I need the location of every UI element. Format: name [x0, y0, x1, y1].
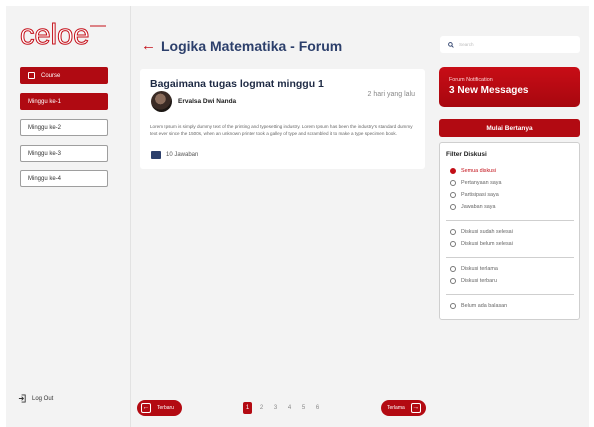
filter-option-label: Pertanyaan saya	[461, 180, 502, 186]
logout-button[interactable]: Log Out	[18, 394, 53, 403]
radio-icon	[450, 266, 456, 272]
sidebar-item-label: Minggu ke-4	[28, 175, 62, 182]
filter-option-all[interactable]: Semua diskusi	[450, 168, 496, 174]
filter-option-resolved[interactable]: Diskusi sudah selesai	[450, 229, 513, 235]
pagination: 1 2 3 4 5 6	[243, 402, 322, 414]
celoe-logo: celoe	[20, 19, 106, 50]
filter-option-label: Semua diskusi	[461, 168, 497, 174]
page-3[interactable]: 3	[271, 402, 280, 414]
sidebar-item-week-3[interactable]: Minggu ke-3	[20, 145, 108, 162]
sidebar-item-label: Minggu ke-3	[28, 150, 62, 157]
filter-option-my-questions[interactable]: Pertanyaan saya	[450, 180, 501, 186]
oldest-label: Terlama	[387, 405, 405, 411]
radio-icon	[450, 192, 456, 198]
radio-icon	[450, 180, 456, 186]
replies-count[interactable]: 10 Jawaban	[151, 151, 198, 159]
filter-option-label: Partisipasi saya	[461, 192, 499, 198]
oldest-page-button[interactable]: Terlama →	[381, 400, 426, 416]
filter-option-my-participation[interactable]: Partisipasi saya	[450, 192, 499, 198]
filter-option-label: Diskusi terlama	[461, 266, 498, 272]
filter-option-oldest[interactable]: Diskusi terlama	[450, 266, 498, 272]
divider	[446, 257, 574, 258]
arrow-left-icon: ←	[141, 403, 151, 413]
post-time: 2 hari yang lalu	[367, 91, 415, 98]
search-placeholder: Search	[459, 42, 474, 47]
sidebar-item-week-4[interactable]: Minggu ke-4	[20, 170, 108, 187]
filter-option-label: Jawaban saya	[461, 204, 496, 210]
filter-option-my-answers[interactable]: Jawaban saya	[450, 204, 495, 210]
filter-title: Filter Diskusi	[446, 151, 487, 158]
sidebar-item-label: Minggu ke-2	[28, 124, 62, 131]
logout-icon	[18, 394, 26, 403]
filter-panel: Filter Diskusi Semua diskusi Pertanyaan …	[439, 142, 580, 320]
search-input[interactable]: Search	[440, 36, 580, 53]
page-title-text: Logika Matematika - Forum	[161, 37, 343, 54]
sidebar-item-label: Course	[41, 72, 61, 79]
replies-label: 10 Jawaban	[166, 152, 199, 158]
filter-option-newest[interactable]: Diskusi terbaru	[450, 278, 497, 284]
newest-label: Terbaru	[157, 405, 174, 411]
radio-icon	[450, 229, 456, 235]
divider	[446, 294, 574, 295]
sidebar-item-week-1[interactable]: Minggu ke-1	[20, 93, 108, 110]
page-1[interactable]: 1	[243, 402, 252, 414]
divider	[446, 220, 574, 221]
radio-selected-icon	[450, 168, 456, 174]
avatar	[151, 91, 172, 112]
chat-icon	[151, 151, 161, 159]
course-icon	[28, 72, 35, 79]
radio-icon	[450, 303, 456, 309]
sidebar-item-week-2[interactable]: Minggu ke-2	[20, 119, 108, 136]
forum-post-card[interactable]: Bagaimana tugas logmat minggu 1 Ervalsa …	[140, 69, 425, 169]
filter-option-unresolved[interactable]: Diskusi belum selesai	[450, 241, 513, 247]
page-title: ← Logika Matematika - Forum	[141, 37, 342, 54]
start-asking-button[interactable]: Mulai Bertanya	[439, 119, 580, 137]
page-6[interactable]: 6	[313, 402, 322, 414]
post-body: Lorem Ipsum is simply dummy text of the …	[150, 124, 413, 136]
forum-notification-card[interactable]: Forum Notification 3 New Messages	[439, 67, 580, 107]
filter-option-label: Diskusi terbaru	[461, 278, 497, 284]
page-2[interactable]: 2	[257, 402, 266, 414]
notification-count: 3 New Messages	[449, 85, 529, 96]
radio-icon	[450, 204, 456, 210]
post-author: Ervalsa Dwi Nanda	[178, 98, 237, 105]
filter-option-label: Belum ada balasan	[461, 303, 508, 309]
back-arrow-icon[interactable]: ←	[141, 37, 156, 54]
sidebar-item-label: Minggu ke-1	[28, 98, 62, 105]
search-icon	[448, 41, 454, 48]
page-5[interactable]: 5	[299, 402, 308, 414]
page-4[interactable]: 4	[285, 402, 294, 414]
arrow-right-icon: →	[410, 403, 421, 413]
filter-option-label: Diskusi sudah selesai	[461, 229, 513, 235]
logo-text: celoe	[20, 19, 89, 50]
post-title[interactable]: Bagaimana tugas logmat minggu 1	[150, 78, 324, 90]
newest-page-button[interactable]: ← Terbaru	[137, 400, 182, 416]
sidebar-item-course[interactable]: Course	[20, 67, 108, 84]
notification-label: Forum Notification	[449, 77, 493, 83]
logout-label: Log Out	[32, 395, 54, 402]
radio-icon	[450, 278, 456, 284]
filter-option-label: Diskusi belum selesai	[461, 241, 513, 247]
filter-option-no-replies[interactable]: Belum ada balasan	[450, 303, 507, 309]
radio-icon	[450, 241, 456, 247]
